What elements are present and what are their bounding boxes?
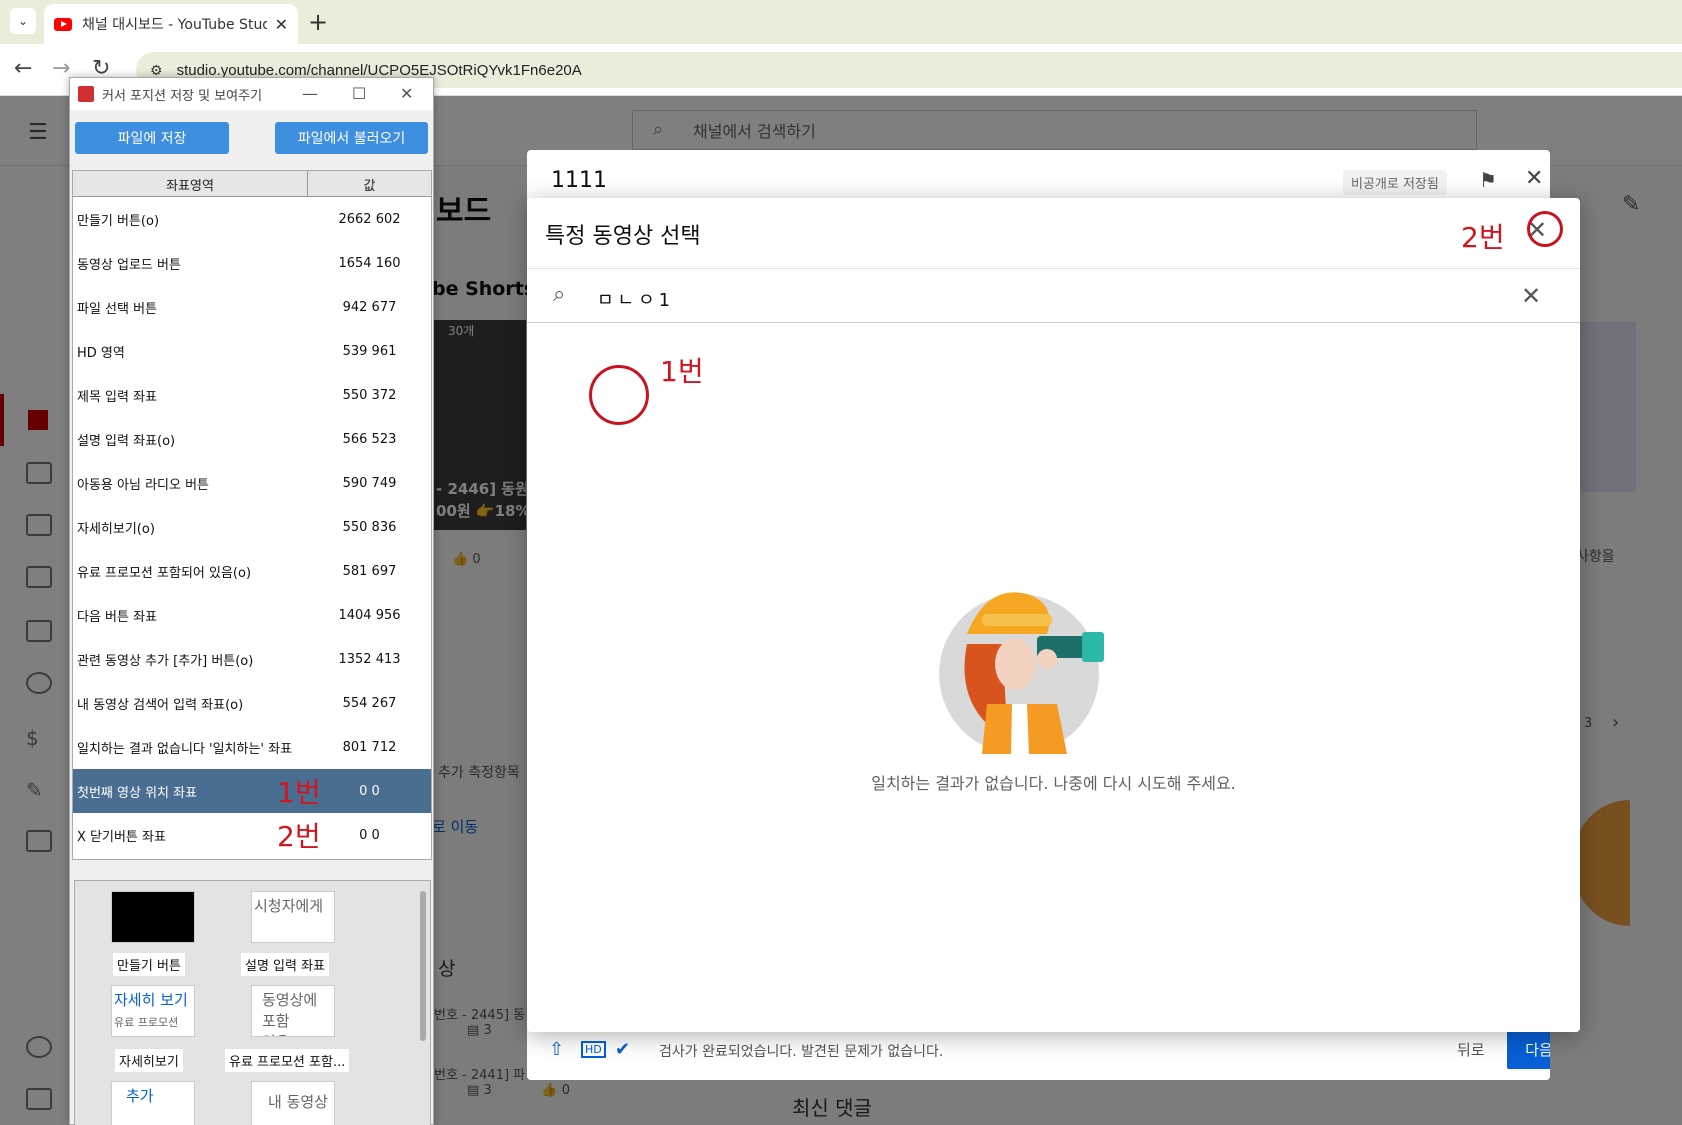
preview-panel: 만들기 버튼 시청자에게 설명 입력 좌표 자세히 보기 유료 프로모션 자세히보…	[74, 880, 431, 1125]
divider	[527, 322, 1580, 323]
scrollbar[interactable]	[420, 891, 426, 1041]
close-icon[interactable]: ✕	[400, 84, 413, 103]
annotation-circle-1	[589, 365, 649, 425]
cursor-position-app-window: 커서 포지션 저장 및 보여주기 — ☐ ✕ 파일에 저장 파일에서 불러오기 …	[69, 77, 434, 1125]
app-titlebar: 커서 포지션 저장 및 보여주기 — ☐ ✕	[70, 78, 433, 110]
coordinate-table: 좌표영역 값 만들기 버튼(o) 2662 602 동영상 업로드 버튼 1654 …	[72, 170, 432, 860]
load-from-file-button[interactable]: 파일에서 불러오기	[275, 122, 428, 154]
preview-thumbnail: 추가	[111, 1081, 195, 1125]
preview-thumbnail: 동영상에 포함있음	[251, 985, 335, 1037]
preview-thumbnail	[111, 891, 195, 943]
divider	[527, 268, 1580, 269]
new-tab-button[interactable]: +	[308, 8, 328, 36]
tab-search-chevron-icon[interactable]: ⌄	[10, 8, 36, 34]
no-results-illustration	[939, 592, 1104, 754]
table-row[interactable]: 자세히보기(o) 550 836	[73, 505, 431, 549]
preview-thumbnail: 내 동영상	[251, 1081, 335, 1125]
no-results-message: 일치하는 결과가 없습니다. 나중에 다시 시도해 주세요.	[871, 774, 1236, 793]
preview-label: 자세히보기	[115, 1049, 183, 1072]
table-row[interactable]: 아동용 아님 라디오 버튼 590 749	[73, 461, 431, 505]
video-search-input[interactable]: ㅁㄴㅇ1	[597, 286, 674, 312]
tab-close-icon[interactable]: ✕	[275, 15, 288, 34]
save-to-file-button[interactable]: 파일에 저장	[75, 122, 229, 154]
search-icon: ⌕	[553, 282, 566, 307]
preview-label: 설명 입력 좌표	[241, 953, 330, 976]
table-header: 좌표영역 값	[73, 171, 431, 197]
table-row[interactable]: 유료 프로모션 포함되어 있음(o) 581 697	[73, 549, 431, 593]
check-icon: ✔	[615, 1039, 631, 1060]
browser-tab[interactable]: 채널 대시보드 - YouTube Studio ✕	[44, 4, 298, 44]
tab-title: 채널 대시보드 - YouTube Studio	[82, 17, 267, 33]
app-title: 커서 포지션 저장 및 보여주기	[102, 88, 263, 104]
select-video-dialog: 특정 동영상 선택 ✕ ⌕ ㅁㄴㅇ1 ✕ 일치하는 결과가 없습니다. 나중에 …	[527, 198, 1580, 1032]
table-row[interactable]: HD 영역 539 961	[73, 329, 431, 373]
back-button[interactable]: 뒤로	[1457, 1039, 1485, 1060]
site-settings-icon[interactable]: ⚙	[150, 62, 163, 79]
minimize-icon[interactable]: —	[302, 84, 318, 103]
preview-thumbnail: 시청자에게	[251, 891, 335, 943]
upload-dialog-title: 1111	[551, 168, 607, 193]
upload-status-text: 검사가 완료되었습니다. 발견된 문제가 없습니다.	[659, 1044, 944, 1060]
annotation-label-2: 2번	[1461, 221, 1505, 254]
forward-icon[interactable]: →	[52, 56, 70, 81]
table-row[interactable]: 관련 동영상 추가 [추가] 버튼(o) 1352 413	[73, 637, 431, 681]
column-header-area[interactable]: 좌표영역	[73, 171, 308, 197]
annotation-label-2: 2번	[277, 820, 321, 853]
saved-private-badge: 비공개로 저장됨	[1343, 170, 1447, 195]
app-logo-icon	[78, 86, 94, 102]
preview-label: 만들기 버튼	[113, 953, 185, 976]
hd-icon: HD	[581, 1041, 606, 1058]
clear-search-icon[interactable]: ✕	[1521, 282, 1541, 310]
upload-icon: ⇧	[549, 1039, 565, 1060]
back-icon[interactable]: ←	[14, 56, 32, 81]
url-text: studio.youtube.com/channel/UCPO5EJSOtRiQ…	[176, 61, 582, 79]
table-row[interactable]: 일치하는 결과 없습니다 '일치하는' 좌표 801 712	[73, 725, 431, 769]
table-row[interactable]: X 닫기버튼 좌표 0 0	[73, 813, 431, 857]
report-icon[interactable]: ⚑	[1479, 168, 1497, 192]
maximize-icon[interactable]: ☐	[352, 84, 366, 103]
annotation-label-1: 1번	[277, 776, 321, 809]
column-header-value[interactable]: 값	[308, 171, 431, 197]
youtube-icon	[54, 17, 72, 31]
table-row[interactable]: 설명 입력 좌표(o) 566 523	[73, 417, 431, 461]
table-row[interactable]: 제목 입력 좌표 550 372	[73, 373, 431, 417]
next-button[interactable]: 다음	[1507, 1029, 1550, 1069]
table-row[interactable]: 내 동영상 검색어 입력 좌표(o) 554 267	[73, 681, 431, 725]
table-row[interactable]: 파일 선택 버튼 942 677	[73, 285, 431, 329]
close-icon[interactable]: ✕	[1525, 166, 1543, 191]
preview-label: 유료 프로모션 포함...	[225, 1049, 350, 1072]
table-row-selected[interactable]: 첫번째 영상 위치 좌표 0 0	[73, 769, 431, 813]
table-row[interactable]: 다음 버튼 좌표 1404 956	[73, 593, 431, 637]
annotation-label-1: 1번	[660, 355, 704, 388]
preview-thumbnail: 자세히 보기 유료 프로모션	[111, 985, 195, 1037]
table-row[interactable]: 만들기 버튼(o) 2662 602	[73, 197, 431, 241]
table-row[interactable]: 동영상 업로드 버튼 1654 160	[73, 241, 431, 285]
annotation-circle-2	[1527, 211, 1563, 247]
select-video-title: 특정 동영상 선택	[545, 224, 701, 249]
